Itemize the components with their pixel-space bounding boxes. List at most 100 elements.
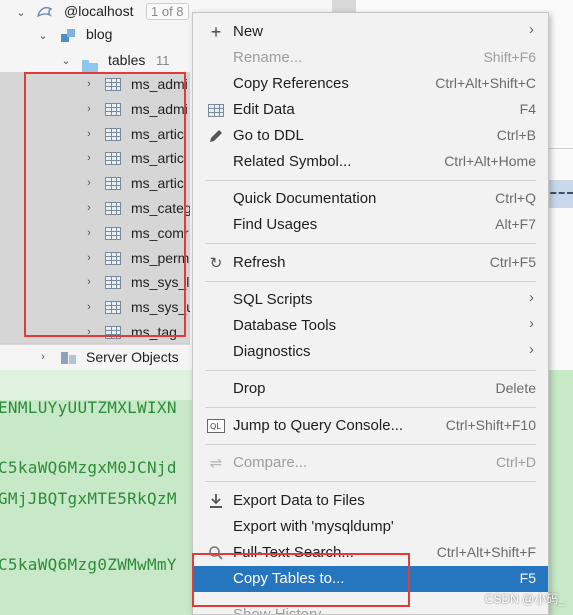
menu-item-drop[interactable]: Drop Delete xyxy=(193,376,548,402)
table-name: ms_artic xyxy=(131,175,184,192)
schema-icon xyxy=(60,28,76,42)
table-icon xyxy=(105,102,121,116)
table-icon xyxy=(105,177,121,191)
chevron-right-icon[interactable]: › xyxy=(82,300,96,314)
table-name: ms_comr xyxy=(131,224,189,241)
menu-item-new[interactable]: + New › xyxy=(193,19,548,45)
menu-item-related-symbol[interactable]: Related Symbol... Ctrl+Alt+Home xyxy=(193,149,548,175)
table-name: ms_categ xyxy=(131,200,192,216)
table-icon xyxy=(105,276,121,290)
menu-item-full-text-search[interactable]: Full-Text Search... Ctrl+Alt+Shift+F xyxy=(193,540,548,566)
table-name: ms_artic xyxy=(131,125,184,142)
table-row[interactable]: › ms_admi xyxy=(0,96,210,122)
result-line: GMjJBQTgxMTE5RkQzM xyxy=(0,489,177,508)
menu-item-export-mysqldump[interactable]: Export with 'mysqldump' xyxy=(193,514,548,540)
connection-name: @localhost xyxy=(64,3,134,19)
result-line: ENMLUYyUUTZMXLWIXN xyxy=(0,398,177,417)
menu-item-copy-references[interactable]: Copy References Ctrl+Alt+Shift+C xyxy=(193,71,548,97)
menu-item-database-tools[interactable]: Database Tools › xyxy=(193,313,548,339)
tree-row-connection[interactable]: ⌄ @localhost 1 of 8 xyxy=(0,0,210,25)
mysql-dolphin-icon xyxy=(36,4,53,18)
menu-item-diagnostics[interactable]: Diagnostics › xyxy=(193,339,548,365)
table-icon xyxy=(207,102,225,118)
svg-text:QL: QL xyxy=(210,422,221,431)
table-row[interactable]: › ms_artic xyxy=(0,146,210,172)
chevron-right-icon[interactable]: › xyxy=(36,350,50,364)
table-icon xyxy=(105,226,121,240)
table-row[interactable]: › ms_admi xyxy=(0,72,210,97)
menu-item-export-data-to-files[interactable]: Export Data to Files xyxy=(193,488,548,514)
chevron-right-icon[interactable]: › xyxy=(82,226,96,240)
menu-separator xyxy=(205,243,536,244)
compare-icon: ⇌ xyxy=(209,455,223,472)
edit-icon xyxy=(207,128,225,144)
table-row[interactable]: › ms_tag xyxy=(0,320,210,345)
chevron-right-icon[interactable]: › xyxy=(82,77,96,91)
menu-item-edit-data[interactable]: Edit Data F4 xyxy=(193,97,548,123)
download-icon xyxy=(207,493,225,509)
menu-item-sql-scripts[interactable]: SQL Scripts › xyxy=(193,287,548,313)
menu-item-refresh[interactable]: ↻ Refresh Ctrl+F5 xyxy=(193,250,548,276)
server-objects-label: Server Objects xyxy=(86,349,179,365)
menu-separator xyxy=(205,180,536,181)
result-line: C5kaWQ6Mzg0ZWMwMmY xyxy=(0,555,177,574)
results-header xyxy=(0,370,210,400)
watermark: CSDN @小码_ xyxy=(484,592,565,606)
table-name: ms_admi xyxy=(131,76,188,92)
table-row[interactable]: › ms_perm xyxy=(0,245,210,271)
table-icon xyxy=(105,152,121,166)
menu-item-go-to-ddl[interactable]: Go to DDL Ctrl+B xyxy=(193,123,548,149)
tree-row-tables-folder[interactable]: ⌄ tables 11 xyxy=(0,48,210,75)
table-row[interactable]: › ms_sys_lo xyxy=(0,270,210,296)
table-icon xyxy=(105,202,121,215)
search-icon xyxy=(207,545,225,561)
database-tree: ⌄ @localhost 1 of 8 ⌄ blog ⌄ tables 11 ›… xyxy=(0,0,210,370)
plus-icon: + xyxy=(210,21,222,42)
table-name: ms_admi xyxy=(131,100,188,117)
chevron-right-icon[interactable]: › xyxy=(82,201,96,215)
menu-item-quick-documentation[interactable]: Quick Documentation Ctrl+Q xyxy=(193,186,548,212)
table-row[interactable]: › ms_sys_u xyxy=(0,295,210,321)
table-icon xyxy=(105,326,121,339)
chevron-right-icon[interactable]: › xyxy=(82,151,96,165)
chevron-right-icon[interactable]: › xyxy=(82,102,96,116)
menu-item-copy-tables-to[interactable]: Copy Tables to... F5 xyxy=(193,566,548,592)
chevron-right-icon[interactable]: › xyxy=(82,275,96,289)
menu-separator xyxy=(205,281,536,282)
chevron-right-icon[interactable]: › xyxy=(82,251,96,265)
table-icon xyxy=(105,78,121,91)
menu-separator xyxy=(205,481,536,482)
schema-name: blog xyxy=(86,26,113,42)
chevron-right-icon[interactable]: › xyxy=(82,176,96,190)
menu-item-find-usages[interactable]: Find Usages Alt+F7 xyxy=(193,212,548,238)
table-icon xyxy=(105,301,121,315)
tables-count: 11 xyxy=(156,53,170,68)
table-name: ms_sys_lo xyxy=(131,274,198,291)
menu-item-jump-to-query-console[interactable]: QL Jump to Query Console... Ctrl+Shift+F… xyxy=(193,413,548,439)
chevron-right-icon[interactable]: › xyxy=(82,325,96,339)
menu-item-rename[interactable]: Rename... Shift+F6 xyxy=(193,45,548,71)
divider xyxy=(0,343,210,344)
table-name: ms_perm xyxy=(131,249,190,266)
menu-separator xyxy=(205,370,536,371)
chevron-right-icon[interactable]: › xyxy=(82,127,96,141)
chevron-down-icon[interactable]: ⌄ xyxy=(14,5,28,19)
menu-separator xyxy=(205,407,536,408)
page-indicator[interactable]: 1 of 8 xyxy=(146,3,189,20)
table-row[interactable]: › ms_categ xyxy=(0,196,210,221)
table-row[interactable]: › ms_artic xyxy=(0,171,210,197)
tree-row-server-objects[interactable]: › Server Objects xyxy=(0,345,210,370)
server-objects-icon xyxy=(60,350,76,364)
menu-item-compare[interactable]: ⇌ Compare... Ctrl+D xyxy=(193,450,548,476)
table-name: ms_artic xyxy=(131,150,184,167)
tree-row-schema[interactable]: ⌄ blog xyxy=(0,23,210,48)
table-row[interactable]: › ms_comr xyxy=(0,220,210,246)
context-menu: + New › Rename... Shift+F6 Copy Referenc… xyxy=(192,12,549,615)
table-icon xyxy=(105,251,121,265)
chevron-down-icon[interactable]: ⌄ xyxy=(59,53,73,67)
table-row[interactable]: › ms_artic xyxy=(0,121,210,147)
chevron-down-icon[interactable]: ⌄ xyxy=(36,28,50,42)
chevron-right-icon: › xyxy=(529,315,534,332)
console-icon: QL xyxy=(207,418,225,434)
table-name: ms_sys_u xyxy=(131,299,195,316)
